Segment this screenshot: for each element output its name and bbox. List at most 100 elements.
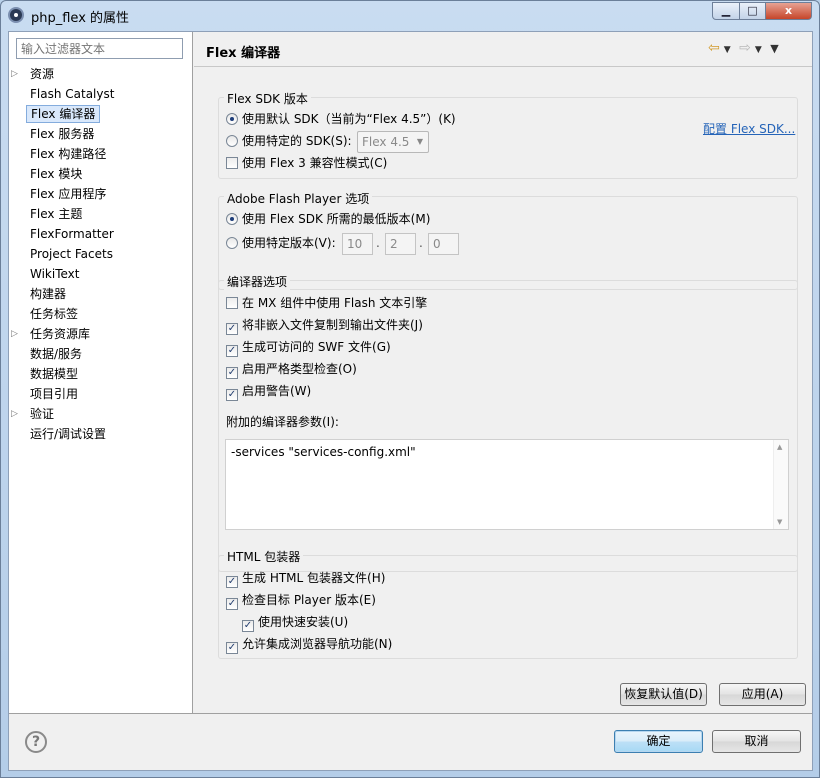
sidebar-item[interactable]: 任务标签	[26, 304, 82, 324]
sidebar-item[interactable]: 构建器	[26, 284, 70, 304]
ok-button[interactable]: 确定	[614, 730, 703, 753]
restore-defaults-button[interactable]: 恢复默认值(D)	[620, 683, 707, 706]
divider	[194, 66, 812, 67]
radio-indicator[interactable]	[226, 113, 238, 125]
option-checkbox[interactable]: ✓ 生成可访问的 SWF 文件(G)	[226, 337, 391, 357]
forward-arrow-icon[interactable]: ⇨	[739, 40, 751, 56]
cancel-button[interactable]: 取消	[712, 730, 801, 753]
checkbox-indicator[interactable]: ✓	[242, 620, 254, 632]
sidebar-item[interactable]: ▷ 验证	[11, 404, 58, 424]
min-version-radio[interactable]: 使用 Flex SDK 所需的最低版本(M)	[226, 209, 430, 229]
title-bar[interactable]: php_flex 的属性 ▁ □ x	[1, 1, 819, 31]
sidebar-item-label: 构建器	[30, 287, 67, 301]
checkbox-indicator[interactable]: ✓	[226, 323, 238, 335]
back-menu-icon[interactable]: ▼	[724, 45, 731, 55]
sdk-combo[interactable]: Flex 4.5 ▼	[357, 131, 429, 153]
option-checkbox[interactable]: ✓ 生成 HTML 包装器文件(H)	[226, 568, 385, 588]
sidebar-item[interactable]: FlexFormatter	[26, 224, 118, 244]
checkbox-indicator[interactable]: ✓	[226, 345, 238, 357]
compiler-args-textarea[interactable]: -services "services-config.xml" ▲ ▼	[225, 439, 789, 530]
html-group-title: HTML 包装器	[224, 548, 304, 565]
compiler-args-value: -services "services-config.xml"	[231, 445, 416, 459]
sidebar-item-label: Flex 主题	[30, 207, 83, 221]
radio-indicator[interactable]	[226, 237, 238, 249]
sidebar-item-label: 运行/调试设置	[30, 427, 107, 441]
expand-arrow-icon[interactable]: ▷	[11, 64, 23, 84]
back-arrow-icon[interactable]: ⇦	[708, 40, 720, 56]
help-icon[interactable]: ?	[25, 731, 47, 753]
checkbox-indicator[interactable]: ✓	[226, 576, 238, 588]
sidebar-item-label: Flex 模块	[30, 167, 83, 181]
maximize-button[interactable]: □	[739, 2, 766, 20]
textarea-scrollbar[interactable]: ▲ ▼	[773, 440, 788, 529]
checkbox-label: 使用快速安装(U)	[258, 615, 349, 629]
minimize-button[interactable]: ▁	[712, 2, 740, 20]
chevron-down-icon: ▼	[416, 137, 423, 146]
option-checkbox[interactable]: ✓ 启用警告(W)	[226, 381, 311, 401]
sidebar-item[interactable]: WikiText	[26, 264, 84, 284]
version-revision-input[interactable]: 0	[428, 233, 459, 255]
sidebar-item[interactable]: ▷ 资源	[11, 64, 58, 84]
sidebar-item-label: 数据模型	[30, 367, 79, 381]
properties-window: php_flex 的属性 ▁ □ x ▷ 资源 Flash Catalyst Flex…	[0, 0, 820, 778]
sidebar-item-label: 任务标签	[30, 307, 79, 321]
sidebar-item[interactable]: Project Facets	[26, 244, 117, 264]
checkbox-indicator[interactable]: ✓	[226, 642, 238, 654]
apply-button[interactable]: 应用(A)	[719, 683, 806, 706]
option-checkbox[interactable]: ✓ 将非嵌入文件复制到输出文件夹(J)	[226, 315, 423, 335]
flex3-compat-checkbox[interactable]: 使用 Flex 3 兼容性模式(C)	[226, 153, 387, 173]
radio-indicator[interactable]	[226, 135, 238, 147]
player-group-title: Adobe Flash Player 选项	[224, 190, 373, 207]
option-checkbox[interactable]: ✓ 启用严格类型检查(O)	[226, 359, 357, 379]
version-minor-input[interactable]: 2	[385, 233, 416, 255]
sidebar-item[interactable]: Flash Catalyst	[26, 84, 118, 104]
view-menu-icon[interactable]: ▼	[770, 42, 778, 55]
sidebar-item[interactable]: Flex 模块	[26, 164, 86, 184]
sidebar-item-label: FlexFormatter	[30, 227, 114, 241]
sidebar-item-label: Flex 应用程序	[30, 187, 107, 201]
sidebar-item[interactable]: Flex 应用程序	[26, 184, 110, 204]
sidebar-item-label: WikiText	[30, 267, 80, 281]
sidebar-item[interactable]: Flex 编译器	[26, 104, 101, 124]
checkbox-indicator[interactable]: ✓	[226, 598, 238, 610]
checkbox-indicator[interactable]: ✓	[226, 367, 238, 379]
sidebar-item[interactable]: 项目引用	[26, 384, 82, 404]
expand-arrow-icon[interactable]: ▷	[11, 404, 23, 424]
sidebar-item[interactable]: 数据模型	[26, 364, 82, 384]
checkbox-indicator[interactable]: ✓	[226, 389, 238, 401]
checkbox-indicator[interactable]	[226, 157, 238, 169]
sidebar-item-label: 验证	[30, 407, 55, 421]
version-major-input[interactable]: 10	[342, 233, 373, 255]
sidebar-item[interactable]: Flex 构建路径	[26, 144, 110, 164]
sidebar-item-label: Flex 构建路径	[30, 147, 107, 161]
option-checkbox[interactable]: ✓ 允许集成浏览器导航功能(N)	[226, 634, 392, 654]
close-button[interactable]: x	[765, 2, 812, 20]
filter-input[interactable]	[16, 38, 183, 59]
checkbox-label: 允许集成浏览器导航功能(N)	[242, 637, 393, 651]
scroll-up-icon[interactable]: ▲	[777, 443, 782, 451]
radio-indicator[interactable]	[226, 213, 238, 225]
sidebar-item[interactable]: 数据/服务	[26, 344, 86, 364]
checkbox-label: 生成 HTML 包装器文件(H)	[242, 571, 386, 585]
option-checkbox[interactable]: ✓ 使用快速安装(U)	[242, 612, 348, 632]
option-checkbox[interactable]: 在 MX 组件中使用 Flash 文本引擎	[226, 293, 427, 313]
use-default-sdk-radio[interactable]: 使用默认 SDK（当前为“Flex 4.5”）(K)	[226, 109, 456, 129]
footer-divider	[9, 713, 812, 714]
option-checkbox[interactable]: ✓ 检查目标 Player 版本(E)	[226, 590, 376, 610]
specific-version-radio[interactable]: 使用特定版本(V): 10 . 2 . 0	[226, 233, 486, 255]
configure-sdk-link[interactable]: 配置 Flex SDK...	[703, 120, 795, 137]
scroll-down-icon[interactable]: ▼	[777, 518, 782, 526]
sidebar-item[interactable]: 运行/调试设置	[26, 424, 110, 444]
settings-page: Flex 编译器 ⇦ ▼ ⇨ ▼ ▼ Flex SDK 版本 使用默认 SDK（当前…	[194, 32, 812, 713]
sidebar-item[interactable]: Flex 服务器	[26, 124, 98, 144]
checkbox-label: 启用警告(W)	[242, 384, 312, 398]
sidebar-item-label: 资源	[30, 67, 55, 81]
sidebar-item[interactable]: ▷ 任务资源库	[11, 324, 94, 344]
checkbox-indicator[interactable]	[226, 297, 238, 309]
compiler-args-label: 附加的编译器参数(I):	[226, 415, 339, 429]
use-specific-sdk-radio[interactable]: 使用特定的 SDK(S): Flex 4.5 ▼	[226, 131, 436, 153]
forward-menu-icon[interactable]: ▼	[755, 45, 762, 55]
expand-arrow-icon[interactable]: ▷	[11, 324, 23, 344]
sidebar: ▷ 资源 Flash Catalyst Flex 编译器 Flex 服务器 Flex 构建…	[9, 32, 193, 713]
sidebar-item[interactable]: Flex 主题	[26, 204, 86, 224]
